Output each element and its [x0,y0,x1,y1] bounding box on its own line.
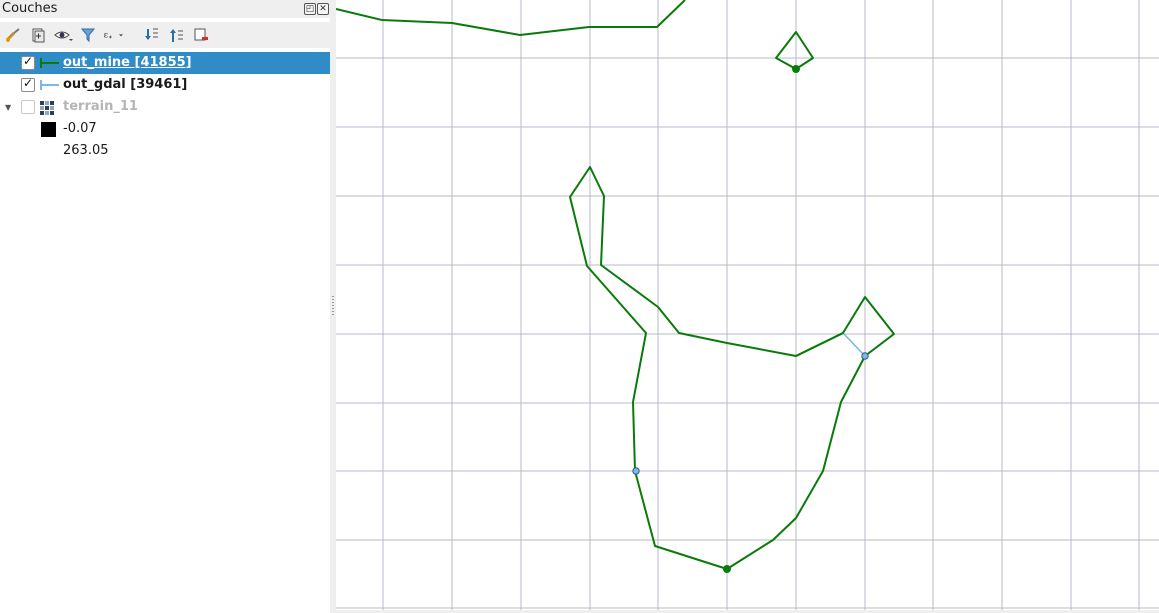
layer-row-out-gdal[interactable]: ✓ out_gdal [39461] [0,74,330,96]
out-mine-lines [336,0,895,570]
close-panel-icon[interactable]: ✕ [317,3,329,15]
highlight-vertices [632,352,869,475]
legend-value: 263.05 [63,143,109,158]
panel-titlebar: Couches ◰ ✕ [0,0,330,18]
splitter-grip[interactable] [332,296,334,316]
remove-layer-icon[interactable] [191,25,211,45]
layer-visibility-checkbox[interactable]: ✓ [21,76,35,92]
raster-grid [336,0,1159,610]
layer-visibility-checkbox[interactable] [21,100,35,114]
vertex-markers [723,65,800,573]
layer-row-out-mine[interactable]: ✓ out_mine [41855] [0,52,330,74]
panel-title: Couches [2,1,58,16]
legend-swatch [41,122,56,137]
map-canvas[interactable] [336,0,1159,610]
expand-all-icon[interactable] [141,25,161,45]
layer-name: out_mine [41855] [63,55,192,70]
line-layer-icon [40,79,60,95]
eye-icon[interactable] [53,25,73,45]
paint-brush-icon[interactable] [3,25,23,45]
expression-filter-icon[interactable]: ε [103,25,123,45]
legend-item-max: 263.05 [0,140,330,162]
add-group-icon[interactable] [28,25,48,45]
raster-layer-icon [40,101,54,119]
map-svg [336,0,1159,610]
layer-visibility-checkbox[interactable]: ✓ [21,54,35,70]
legend-value: -0.07 [63,121,97,136]
legend-item-min: -0.07 [0,118,330,140]
line-layer-icon [40,57,60,73]
out-gdal-lines [840,332,866,403]
layers-toolbar: ε [0,22,330,48]
layer-name: terrain_11 [63,99,138,114]
svg-text:ε: ε [104,31,109,41]
float-panel-icon[interactable]: ◰ [304,3,316,15]
expand-arrow-icon[interactable]: ▼ [5,103,11,112]
collapse-all-icon[interactable] [166,25,186,45]
layer-row-terrain[interactable]: ▼ terrain_11 [0,96,330,118]
filter-icon[interactable] [78,25,98,45]
layer-name: out_gdal [39461] [63,77,188,92]
layers-panel: Couches ◰ ✕ ε ✓ out_mine [41855] ✓ out_g… [0,0,331,613]
